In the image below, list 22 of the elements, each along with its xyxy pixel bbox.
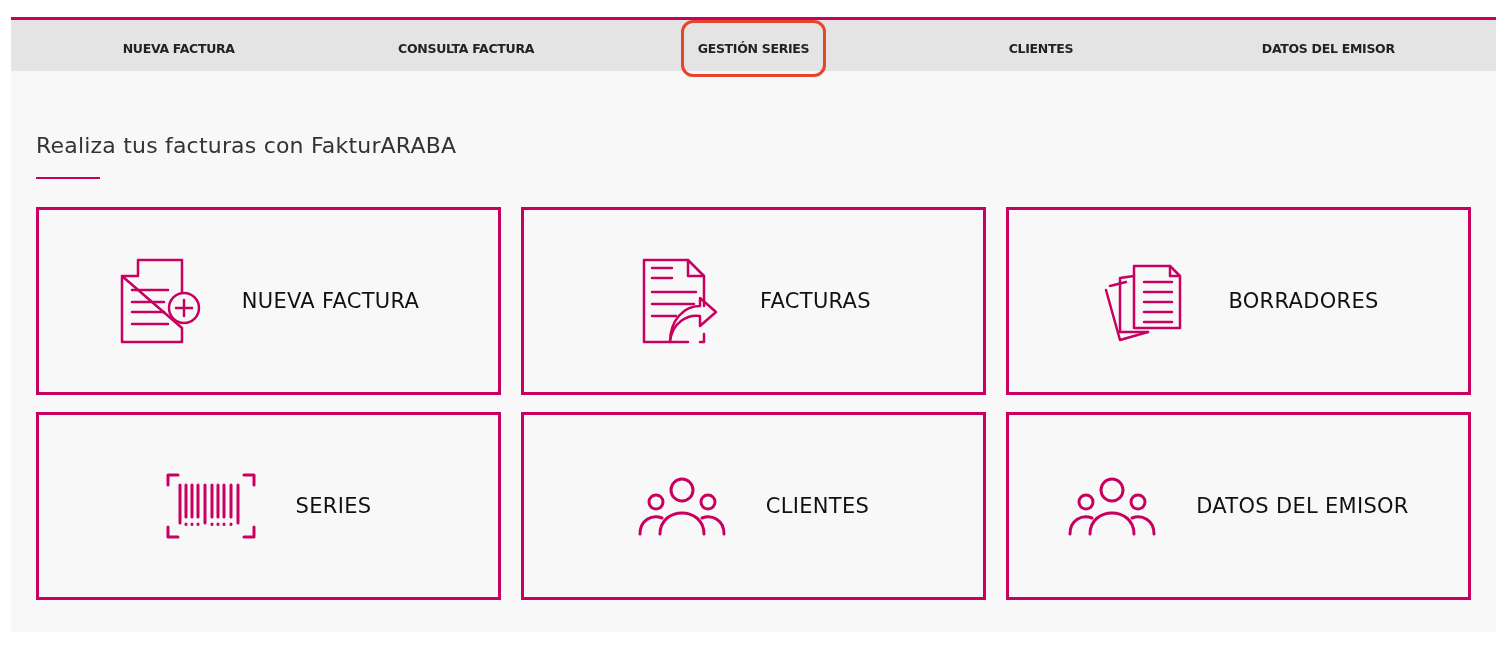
heading-underline [36,177,100,179]
menu-card[interactable]: CLIENTES [521,412,986,600]
people-icon [1068,476,1157,536]
menu-card[interactable]: DATOS DEL EMISOR [1006,412,1471,600]
menu-card[interactable]: BORRADORES [1006,207,1471,395]
card-label: BORRADORES [1228,289,1379,313]
nav-link[interactable]: DATOS DEL EMISOR [1244,20,1412,77]
highlighted-nav-link[interactable]: GESTIÓN SERIES [680,20,827,77]
nav-link[interactable]: NUEVA FACTURA [105,20,252,77]
card-label: FACTURAS [760,289,871,313]
people-icon [637,476,726,536]
card-label: DATOS DEL EMISOR [1196,494,1409,518]
nav-link[interactable]: CONSULTA FACTURA [381,20,552,77]
menu-card[interactable]: FACTURAS [521,207,986,395]
menu-card[interactable]: SERIES [36,412,501,600]
card-label: CLIENTES [765,494,870,518]
barcode-icon [165,473,256,539]
page-heading: Realiza tus facturas con FakturARABA [36,133,458,158]
card-label: SERIES [295,494,372,518]
menu-card[interactable]: NUEVA FACTURA [36,207,501,395]
nav-link[interactable]: CLIENTES [991,20,1091,77]
card-label: NUEVA FACTURA [241,289,420,313]
